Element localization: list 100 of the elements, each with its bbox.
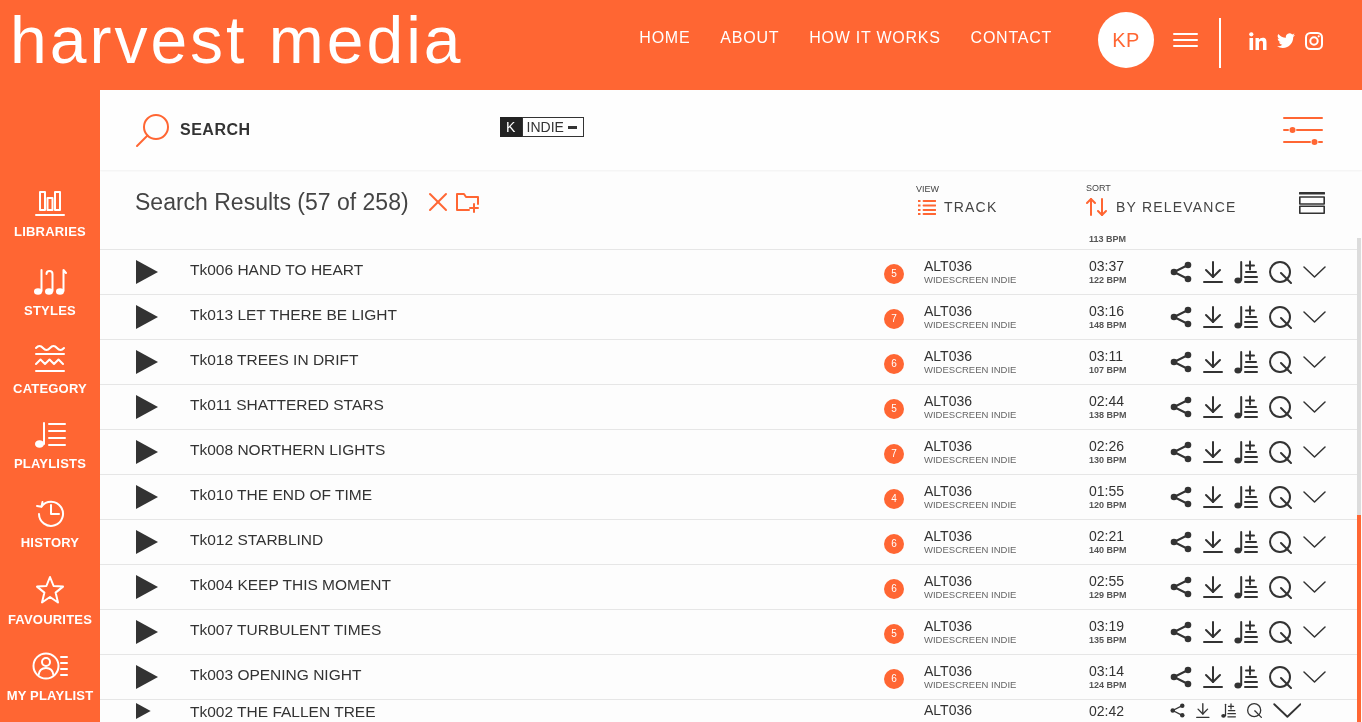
play-icon[interactable]: [136, 260, 158, 284]
play-icon[interactable]: [136, 305, 158, 329]
twitter-icon[interactable]: [1277, 33, 1295, 49]
download-icon[interactable]: [1203, 351, 1223, 373]
play-icon[interactable]: [136, 350, 158, 374]
sort-toggle[interactable]: BY RELEVANCE: [1086, 197, 1237, 216]
view-toggle[interactable]: TRACK: [918, 198, 998, 215]
chevron-down-icon[interactable]: [1303, 266, 1326, 278]
search-button[interactable]: SEARCH: [135, 112, 251, 148]
share-icon[interactable]: [1170, 621, 1192, 643]
filter-tag[interactable]: INDIE: [521, 117, 584, 137]
bpm-text: 138 BPM: [1089, 409, 1127, 421]
note-plus-icon[interactable]: [1234, 305, 1258, 329]
share-icon[interactable]: [1170, 666, 1192, 688]
close-icon[interactable]: [427, 192, 448, 212]
share-icon[interactable]: [1170, 531, 1192, 553]
chevron-down-icon[interactable]: [1303, 446, 1326, 458]
play-icon[interactable]: [136, 395, 158, 419]
sidebar-item[interactable]: MY PLAYLIST: [0, 645, 100, 722]
note-plus-icon[interactable]: [1234, 440, 1258, 464]
q-icon[interactable]: [1269, 440, 1292, 464]
note-plus-icon[interactable]: [1220, 703, 1236, 718]
chevron-down-icon[interactable]: [1272, 703, 1302, 718]
share-icon[interactable]: [1170, 306, 1192, 328]
note-plus-icon[interactable]: [1234, 575, 1258, 599]
rating-badge: 5: [884, 623, 904, 644]
chevron-down-icon[interactable]: [1303, 401, 1326, 413]
duration-text: 02:44: [1089, 393, 1125, 409]
play-icon[interactable]: [136, 620, 158, 644]
chevron-down-icon[interactable]: [1303, 581, 1326, 593]
note-plus-icon[interactable]: [1234, 350, 1258, 374]
nav-link[interactable]: HOW IT WORKS: [809, 29, 941, 47]
q-icon[interactable]: [1269, 305, 1292, 329]
chevron-down-icon[interactable]: [1303, 311, 1326, 323]
scrollbar-thumb[interactable]: [1357, 515, 1361, 722]
linkedin-icon[interactable]: [1249, 32, 1267, 50]
note-plus-icon[interactable]: [1234, 485, 1258, 509]
menu-icon[interactable]: [1173, 33, 1198, 47]
q-icon[interactable]: [1269, 665, 1292, 689]
q-icon[interactable]: [1269, 350, 1292, 374]
sidebar-item[interactable]: FAVOURITES: [0, 568, 100, 646]
logo[interactable]: harvest media: [10, 7, 464, 73]
sidebar-item[interactable]: STYLES: [0, 261, 100, 339]
chevron-down-icon[interactable]: [1303, 356, 1326, 368]
nav-link[interactable]: CONTACT: [970, 29, 1052, 47]
q-icon[interactable]: [1246, 703, 1262, 718]
duration-text: 02:42: [1089, 703, 1125, 719]
share-icon[interactable]: [1170, 441, 1192, 463]
nav-link[interactable]: ABOUT: [720, 29, 780, 47]
chevron-down-icon[interactable]: [1303, 671, 1326, 683]
folder-plus-icon[interactable]: [455, 191, 480, 213]
note-plus-icon[interactable]: [1234, 395, 1258, 419]
q-icon[interactable]: [1269, 395, 1292, 419]
sidebar-item[interactable]: HISTORY: [0, 491, 100, 569]
chevron-down-icon[interactable]: [1303, 491, 1326, 503]
download-icon[interactable]: [1203, 396, 1223, 418]
download-icon[interactable]: [1203, 666, 1223, 688]
q-icon[interactable]: [1269, 260, 1292, 284]
download-icon[interactable]: [1203, 441, 1223, 463]
share-icon[interactable]: [1170, 396, 1192, 418]
rows-icon[interactable]: [1299, 192, 1325, 214]
sidebar-item[interactable]: PLAYLISTS: [0, 415, 100, 492]
minus-icon[interactable]: [567, 125, 577, 129]
play-icon[interactable]: [136, 530, 158, 554]
share-icon[interactable]: [1170, 703, 1185, 718]
sidebar-item[interactable]: LIBRARIES: [0, 185, 100, 262]
share-icon[interactable]: [1170, 576, 1192, 598]
note-plus-icon[interactable]: [1234, 620, 1258, 644]
play-icon[interactable]: [136, 575, 158, 599]
q-icon[interactable]: [1269, 530, 1292, 554]
rating-badge: 5: [884, 398, 904, 419]
sliders-icon[interactable]: [1283, 115, 1323, 145]
scrollbar[interactable]: [1357, 238, 1361, 722]
chevron-down-icon[interactable]: [1303, 536, 1326, 548]
play-icon[interactable]: [136, 440, 158, 464]
download-icon[interactable]: [1203, 306, 1223, 328]
instagram-icon[interactable]: [1305, 32, 1323, 50]
play-icon[interactable]: [136, 665, 158, 689]
q-icon[interactable]: [1269, 575, 1292, 599]
download-icon[interactable]: [1203, 261, 1223, 283]
share-icon[interactable]: [1170, 261, 1192, 283]
share-icon[interactable]: [1170, 486, 1192, 508]
q-icon[interactable]: [1269, 620, 1292, 644]
sort-caption: SORT: [1086, 182, 1111, 193]
share-icon[interactable]: [1170, 351, 1192, 373]
note-plus-icon[interactable]: [1234, 665, 1258, 689]
download-icon[interactable]: [1196, 703, 1210, 718]
avatar-button[interactable]: KP: [1098, 12, 1154, 68]
note-plus-icon[interactable]: [1234, 260, 1258, 284]
download-icon[interactable]: [1203, 621, 1223, 643]
nav-link[interactable]: HOME: [639, 29, 691, 47]
download-icon[interactable]: [1203, 576, 1223, 598]
play-icon[interactable]: [136, 485, 158, 509]
note-plus-icon[interactable]: [1234, 530, 1258, 554]
chevron-down-icon[interactable]: [1303, 626, 1326, 638]
sidebar-item[interactable]: CATEGORY: [0, 338, 100, 416]
download-icon[interactable]: [1203, 531, 1223, 553]
download-icon[interactable]: [1203, 486, 1223, 508]
q-icon[interactable]: [1269, 485, 1292, 509]
play-icon[interactable]: [136, 703, 151, 719]
